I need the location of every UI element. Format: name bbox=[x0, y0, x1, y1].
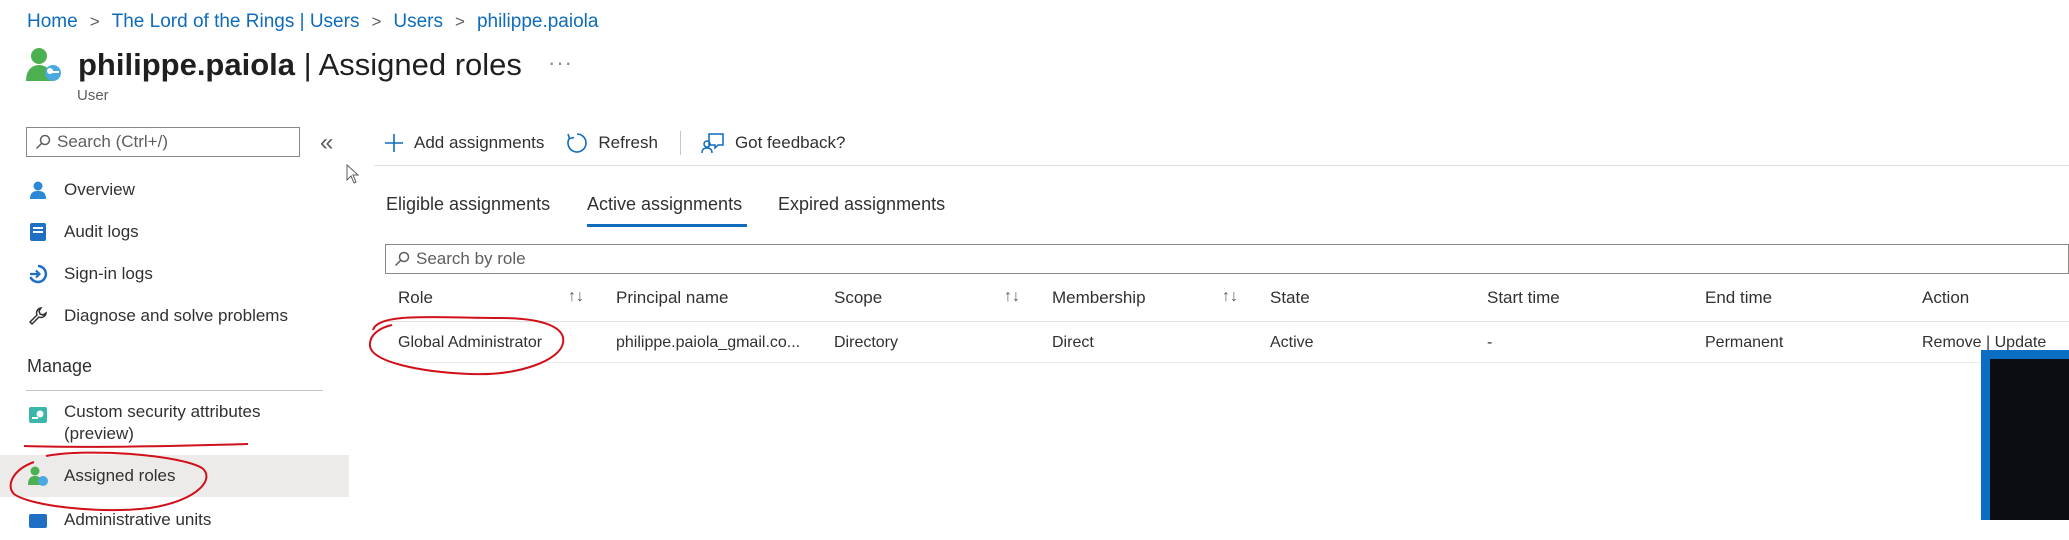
divider bbox=[26, 390, 323, 391]
cell-state: Active bbox=[1270, 334, 1314, 351]
sort-icon[interactable]: ↑↓ bbox=[568, 288, 584, 306]
cell-role[interactable]: Global Administrator bbox=[398, 334, 542, 352]
feedback-icon bbox=[701, 133, 724, 154]
sidebar-item-label: Overview bbox=[64, 180, 135, 199]
plus-icon bbox=[385, 134, 403, 152]
collapse-sidebar-icon[interactable]: « bbox=[320, 129, 333, 157]
search-placeholder: Search by role bbox=[416, 249, 526, 268]
column-header-principal-name[interactable]: Principal name bbox=[616, 288, 728, 308]
refresh-label: Refresh bbox=[598, 133, 658, 152]
tab-expired-assignments[interactable]: Expired assignments bbox=[778, 194, 945, 215]
cell-principal-name: philippe.paiola_gmail.co... bbox=[616, 334, 801, 351]
column-header-state[interactable]: State bbox=[1270, 288, 1310, 308]
feedback-label: Got feedback? bbox=[734, 133, 846, 152]
sidebar-item-label: Administrative units bbox=[64, 510, 212, 529]
column-header-action: Action bbox=[1922, 288, 1970, 307]
page-subtitle: User bbox=[77, 87, 109, 104]
more-options-icon[interactable]: ··· bbox=[548, 50, 573, 76]
sidebar-item-audit-logs[interactable]: Audit logs bbox=[20, 212, 350, 252]
command-bar: Add assignments Refresh Got feedback? bbox=[384, 128, 868, 158]
sidebar-item-label: Diagnose and solve problems bbox=[64, 306, 288, 325]
cell-end-time: Permanent bbox=[1705, 334, 1784, 351]
sidebar-item-label: Audit logs bbox=[64, 222, 139, 241]
divider bbox=[385, 362, 2069, 363]
webcam-video bbox=[1990, 359, 2069, 520]
tab-eligible-assignments[interactable]: Eligible assignments bbox=[386, 194, 550, 215]
user-icon bbox=[26, 178, 50, 202]
page-header: philippe.paiola | Assigned roles bbox=[24, 44, 522, 86]
mouse-cursor-icon bbox=[346, 164, 360, 184]
divider bbox=[385, 321, 2069, 322]
page-title: philippe.paiola | Assigned roles bbox=[78, 47, 522, 82]
admin-units-icon bbox=[26, 508, 50, 532]
wrench-icon bbox=[26, 304, 50, 328]
cell-start-time: - bbox=[1487, 334, 1493, 351]
breadcrumb: Home > The Lord of the Rings | Users > U… bbox=[27, 10, 598, 34]
sidebar-item-sign-in-logs[interactable]: Sign-in logs bbox=[20, 254, 350, 294]
search-icon bbox=[394, 251, 410, 267]
sidebar-search-input[interactable]: Search (Ctrl+/) bbox=[26, 127, 300, 157]
refresh-button[interactable]: Refresh bbox=[566, 132, 658, 154]
search-placeholder: Search (Ctrl+/) bbox=[57, 132, 168, 151]
column-header-scope[interactable]: Scope bbox=[834, 288, 882, 308]
tab-active-assignments[interactable]: Active assignments bbox=[587, 194, 742, 215]
cell-scope: Directory bbox=[834, 334, 899, 351]
divider bbox=[374, 165, 2069, 166]
column-header-membership[interactable]: Membership bbox=[1052, 288, 1146, 308]
sidebar-item-assigned-roles[interactable]: Assigned roles bbox=[20, 456, 350, 496]
user-role-icon bbox=[26, 464, 50, 488]
sidebar-item-diagnose[interactable]: Diagnose and solve problems bbox=[20, 296, 350, 336]
breadcrumb-tenant-users[interactable]: The Lord of the Rings | Users bbox=[112, 11, 360, 33]
sidebar-item-administrative-units[interactable]: Administrative units bbox=[20, 500, 350, 540]
chevron-right-icon: > bbox=[455, 12, 465, 31]
column-header-end-time[interactable]: End time bbox=[1705, 288, 1772, 308]
audit-log-icon bbox=[26, 220, 50, 244]
column-header-start-time[interactable]: Start time bbox=[1487, 288, 1560, 308]
sidebar-item-overview[interactable]: Overview bbox=[20, 170, 350, 210]
sidebar-item-custom-security-attributes[interactable]: Custom security attributes (preview) bbox=[20, 401, 350, 445]
column-header-role[interactable]: Role bbox=[398, 288, 433, 308]
search-icon bbox=[35, 134, 51, 150]
feedback-button[interactable]: Got feedback? bbox=[701, 132, 846, 154]
sort-icon[interactable]: ↑↓ bbox=[1222, 288, 1238, 306]
chevron-right-icon: > bbox=[89, 12, 100, 31]
add-assignments-label: Add assignments bbox=[414, 133, 545, 152]
active-tab-indicator bbox=[587, 224, 747, 227]
chevron-right-icon: > bbox=[371, 12, 382, 31]
sign-in-icon bbox=[26, 262, 50, 286]
user-role-icon bbox=[26, 48, 61, 81]
sidebar-item-label: Sign-in logs bbox=[64, 264, 153, 283]
cell-membership: Direct bbox=[1052, 334, 1094, 351]
manage-section-heading: Manage bbox=[27, 356, 93, 376]
sort-icon[interactable]: ↑↓ bbox=[1004, 288, 1020, 306]
add-assignments-button[interactable]: Add assignments bbox=[384, 133, 544, 153]
sidebar-item-label: Assigned roles bbox=[64, 466, 176, 485]
toolbar-divider bbox=[679, 131, 681, 155]
breadcrumb-users[interactable]: Users bbox=[393, 11, 443, 33]
attributes-icon bbox=[26, 403, 50, 427]
breadcrumb-user[interactable]: philippe.paiola bbox=[477, 11, 599, 33]
refresh-icon bbox=[567, 133, 588, 153]
sidebar-item-label: Custom security attributes (preview) bbox=[64, 402, 261, 443]
breadcrumb-home[interactable]: Home bbox=[27, 11, 78, 33]
role-search-input[interactable]: Search by role bbox=[385, 244, 2069, 274]
